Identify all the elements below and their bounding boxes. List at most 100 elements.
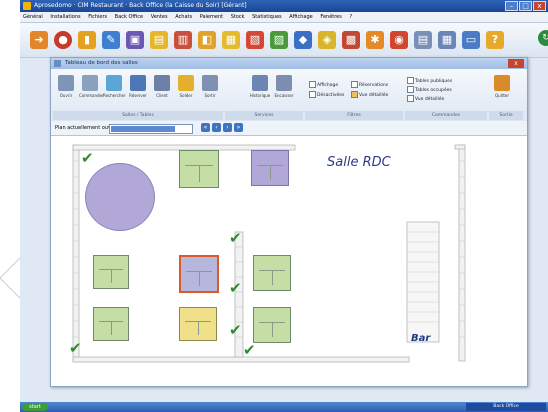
bottle-icon[interactable]: ▮ — [78, 31, 96, 49]
ribbon-button-cash-in[interactable]: Encaisser — [273, 75, 295, 98]
menu-fenetres[interactable]: Fenêtres — [320, 14, 342, 20]
window-icon[interactable]: ▭ — [462, 31, 480, 49]
app-icon — [23, 2, 31, 10]
search-icon — [106, 75, 122, 91]
plan-select[interactable] — [109, 124, 193, 134]
table-green[interactable] — [93, 307, 129, 341]
stop-icon[interactable]: ● — [54, 31, 72, 49]
option-public-tables[interactable]: Tables publiques — [407, 77, 452, 84]
floor-dashboard-window: Tableau de bord des salles x Ouvrir Comm… — [50, 57, 528, 387]
arrow-icon[interactable]: ➜ — [30, 31, 48, 49]
window-close-button[interactable]: x — [508, 59, 524, 68]
occupied-tables-checkbox[interactable] — [407, 86, 414, 93]
last-page-icon[interactable]: » — [234, 123, 243, 132]
ribbon-button-exit[interactable]: Sortir — [199, 75, 221, 98]
table-green[interactable] — [253, 255, 291, 291]
refresh-icon[interactable]: ↻ — [538, 30, 548, 46]
reservations-checkbox[interactable] — [351, 81, 358, 88]
stamp-icon[interactable]: ▣ — [126, 31, 144, 49]
option-occupied-tables[interactable]: Tables occupées — [407, 86, 452, 93]
table-green[interactable] — [179, 150, 219, 188]
pencil-icon[interactable]: ✎ — [102, 31, 120, 49]
first-page-icon[interactable]: « — [201, 123, 210, 132]
application-screen: Aprosedomo · CIM Restaurant · Back Offic… — [20, 0, 548, 412]
menu-installations[interactable]: Installations — [50, 14, 80, 20]
menu-fichiers[interactable]: Fichiers — [88, 14, 107, 20]
public-tables-checkbox[interactable] — [407, 77, 414, 84]
plant-icon: ✔ — [81, 149, 94, 167]
key-icon[interactable]: ✱ — [366, 31, 384, 49]
group-label-orders: Commandes — [405, 111, 487, 120]
bar-label: Bar — [411, 333, 431, 344]
maximize-button[interactable]: □ — [519, 1, 532, 11]
folder-icon[interactable]: ▤ — [150, 31, 168, 49]
menu-paiement[interactable]: Paiement — [200, 14, 223, 20]
option-detailed-view-2[interactable]: Vue détaillée — [407, 95, 444, 102]
plant-icon: ✔ — [69, 339, 82, 357]
plan-filter-bar: Plan actuellement ouvert : « ‹ › » — [51, 121, 527, 136]
user-icon — [154, 75, 170, 91]
cash-register-icon — [276, 75, 292, 91]
window-icon — [54, 60, 61, 67]
grid-icon[interactable]: ▦ — [438, 31, 456, 49]
menu-statistiques[interactable]: Statistiques — [252, 14, 282, 20]
option-display[interactable]: Affichage — [309, 81, 338, 88]
minimize-button[interactable]: – — [505, 1, 518, 11]
ribbon-button-settle[interactable]: Solder — [175, 75, 197, 98]
chart-icon[interactable]: ▨ — [270, 31, 288, 49]
menu-back-office[interactable]: Back Office — [115, 14, 143, 20]
document-icon[interactable]: ▦ — [222, 31, 240, 49]
ribbon-button-open[interactable]: Ouvrir — [55, 75, 77, 98]
option-detailed-view[interactable]: Vue détaillée — [351, 91, 388, 98]
menu-ventes[interactable]: Ventes — [151, 14, 168, 20]
app-title: Aprosedomo · CIM Restaurant · Back Offic… — [34, 2, 247, 9]
menu-affichage[interactable]: Affichage — [289, 14, 313, 20]
close-button[interactable]: x — [533, 1, 546, 11]
floor-plan-canvas: ✔ ✔ ✔ ✔ ✔ ✔ Salle RDC Bar — [55, 137, 521, 377]
disabled-checkbox[interactable] — [309, 91, 316, 98]
menu-general[interactable]: Général — [23, 14, 43, 20]
window-title: Tableau de bord des salles — [65, 60, 138, 66]
table-yellow[interactable] — [179, 307, 217, 341]
option-reservations[interactable]: Réservations — [351, 81, 388, 88]
detailed-view-checkbox[interactable] — [351, 91, 358, 98]
option-disabled[interactable]: Désactivées — [309, 91, 344, 98]
group-label-filters: Filtres — [305, 111, 403, 120]
reserve-icon — [130, 75, 146, 91]
bag-icon[interactable]: ◧ — [198, 31, 216, 49]
table-green[interactable] — [253, 307, 291, 343]
menu-bar: Général Installations Fichiers Back Offi… — [20, 12, 548, 23]
table-selected[interactable] — [179, 255, 219, 293]
menu-achats[interactable]: Achats — [175, 14, 192, 20]
prev-page-icon[interactable]: ‹ — [212, 123, 221, 132]
folder-icon — [178, 75, 194, 91]
menu-stock[interactable]: Stock — [231, 14, 245, 20]
truck-icon[interactable]: ◆ — [294, 31, 312, 49]
ribbon-button-client[interactable]: Client — [151, 75, 173, 98]
help-icon[interactable]: ? — [486, 31, 504, 49]
group-label-exit: Sortie — [489, 111, 523, 120]
ribbon-button-quit[interactable]: Quitter — [491, 75, 513, 98]
detailed-view-2-checkbox[interactable] — [407, 95, 414, 102]
table-purple[interactable] — [251, 150, 289, 186]
calendar-icon[interactable]: ▤ — [414, 31, 432, 49]
ribbon-button-reserve[interactable]: Réserver — [127, 75, 149, 98]
tag-icon[interactable]: ◈ — [318, 31, 336, 49]
ribbon-button-search[interactable]: Rechercher — [103, 75, 126, 98]
table-green[interactable] — [93, 255, 129, 289]
room-title: Salle RDC — [327, 155, 391, 170]
ribbon-button-history[interactable]: Historique — [249, 75, 271, 98]
printer-icon[interactable]: ◉ — [390, 31, 408, 49]
report-icon[interactable]: ▧ — [246, 31, 264, 49]
next-page-icon[interactable]: › — [223, 123, 232, 132]
round-table[interactable] — [85, 163, 155, 231]
start-button[interactable]: start — [22, 403, 48, 411]
open-icon — [58, 75, 74, 91]
plan-select-value — [111, 126, 175, 132]
app-title-bar: Aprosedomo · CIM Restaurant · Back Offic… — [20, 0, 548, 12]
display-checkbox[interactable] — [309, 81, 316, 88]
clipboard-icon[interactable]: ▩ — [342, 31, 360, 49]
book-icon[interactable]: ▥ — [174, 31, 192, 49]
ribbon-button-order[interactable]: Commander — [79, 75, 104, 98]
menu-help[interactable]: ? — [349, 14, 352, 20]
